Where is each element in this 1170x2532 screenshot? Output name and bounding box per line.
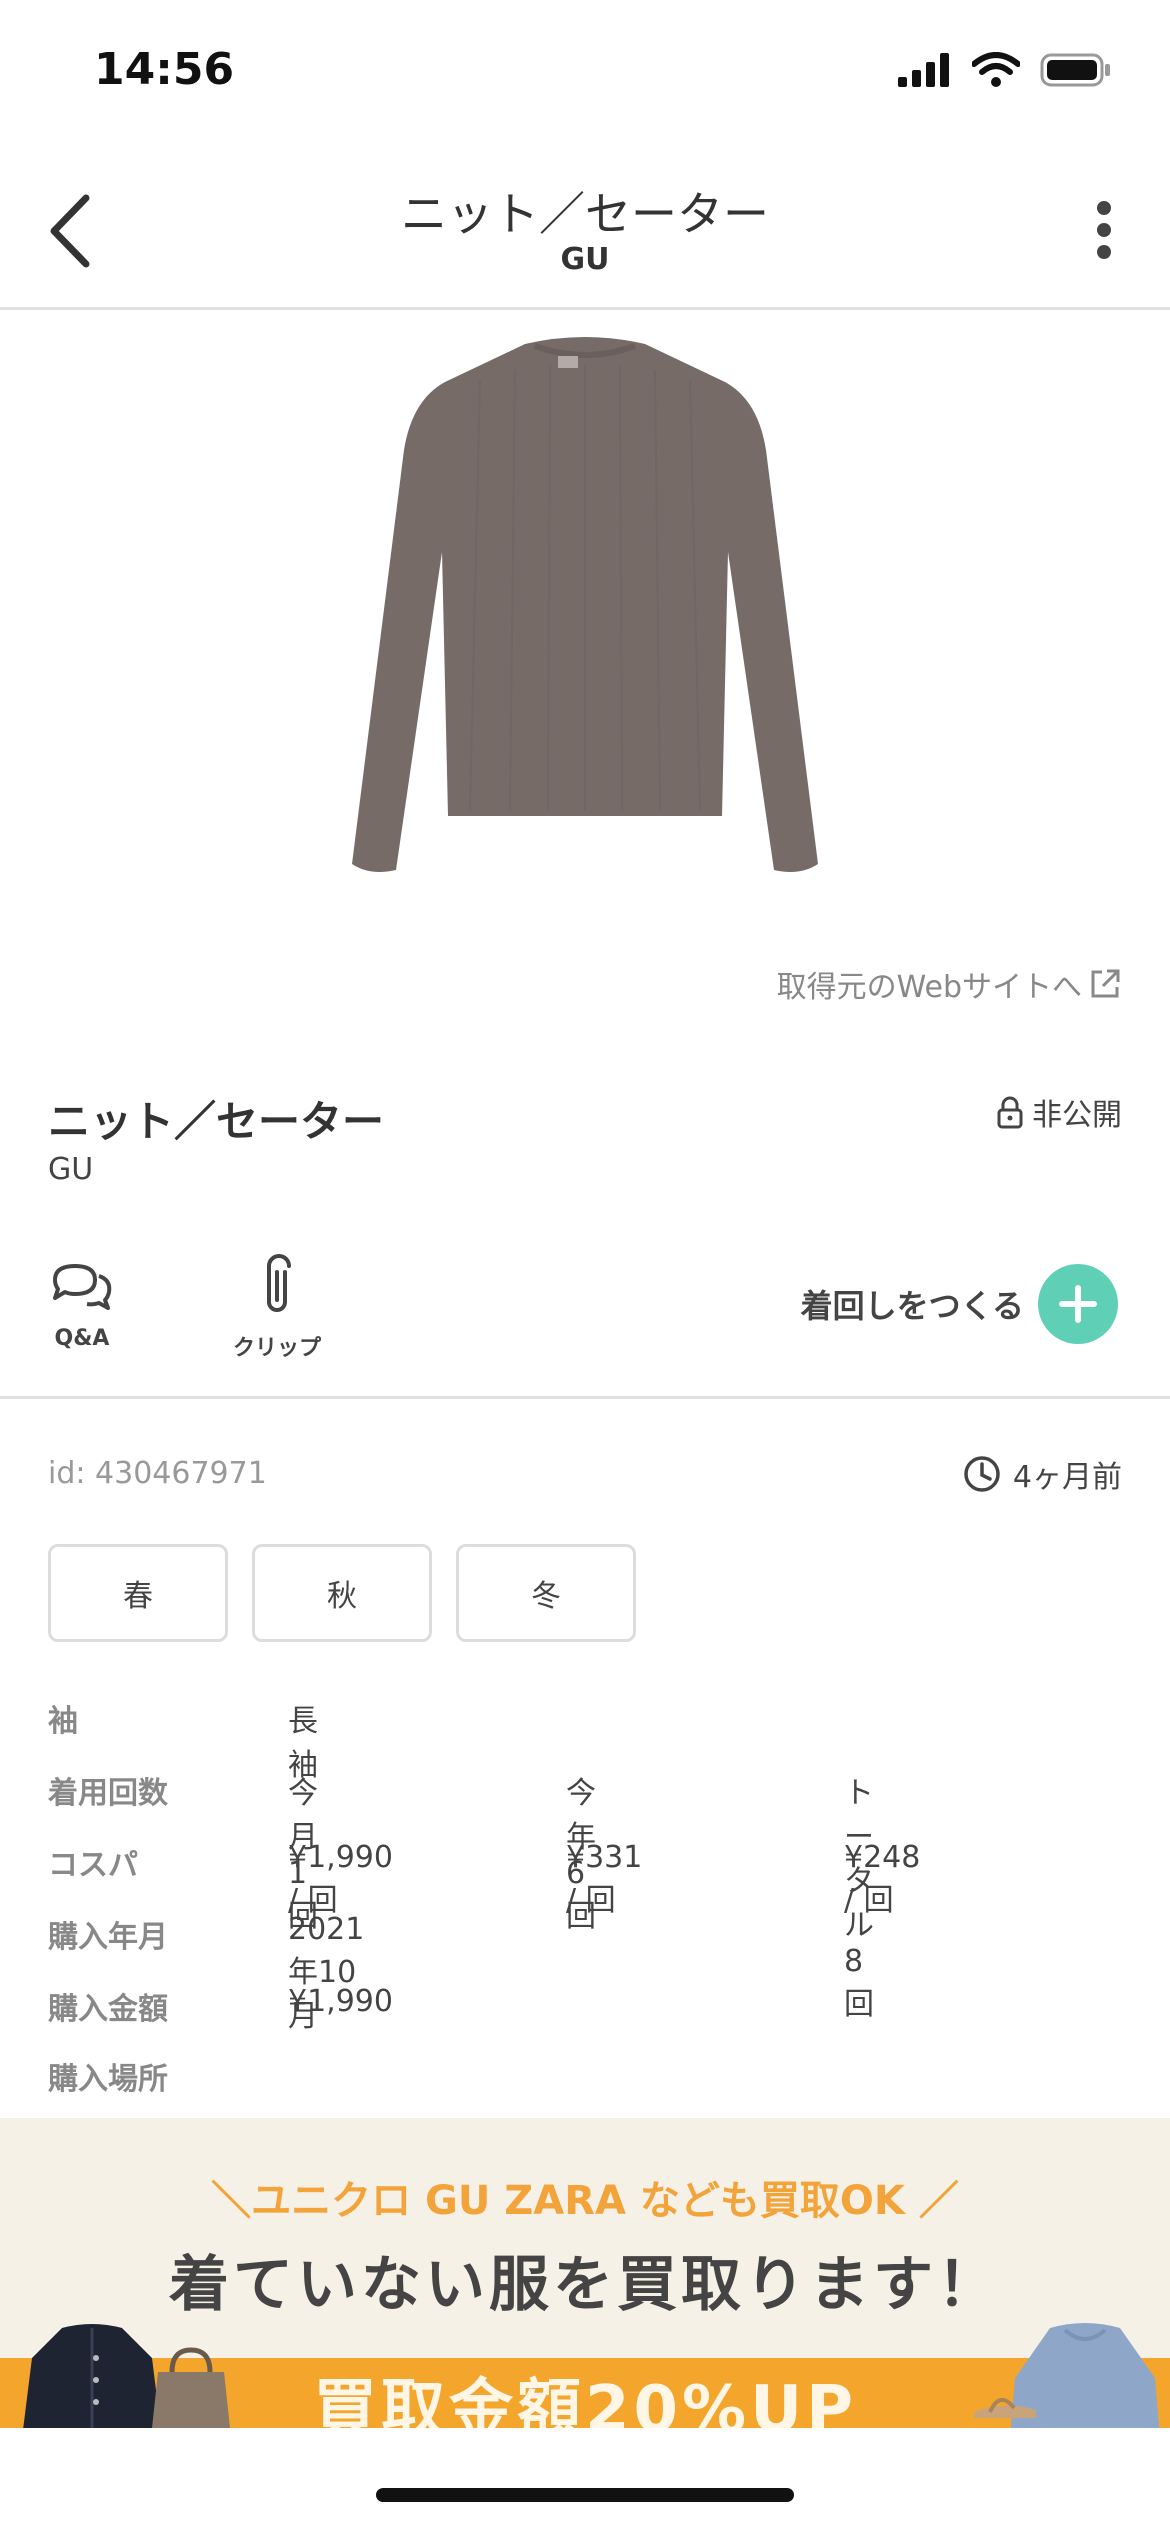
cardigan-image: [23, 2324, 161, 2428]
cost-per-wear-label: コスパ: [48, 1848, 138, 1883]
status-time: 14:56: [94, 44, 235, 95]
section-divider: [0, 1396, 1170, 1399]
clip-label: クリップ: [232, 1336, 321, 1361]
more-options-button[interactable]: [1074, 190, 1134, 270]
nav-title: ニット／セーター: [401, 187, 769, 241]
chat-bubbles-icon: [53, 1264, 112, 1310]
bottom-safe-area: [0, 2428, 1170, 2532]
purchase-place-label: 購入場所: [48, 2062, 168, 2097]
detail-cost-per-wear: コスパ ¥1,990 / 回 ¥331 / 回 ¥248 / 回: [48, 1840, 920, 1918]
season-tag-spring[interactable]: 春: [48, 1544, 228, 1642]
more-vertical-icon: [1097, 201, 1111, 259]
detail-purchase-place: 購入場所: [48, 2054, 288, 2098]
status-bar: 14:56: [0, 0, 1170, 150]
create-outfit-label: 着回しをつくる: [800, 1287, 1024, 1325]
item-brand: GU: [48, 1152, 94, 1187]
create-outfit-button[interactable]: 着回しをつくる: [801, 1264, 1118, 1344]
season-tag-autumn[interactable]: 秋: [252, 1544, 432, 1642]
source-website-link[interactable]: 取得元のWebサイトへ: [777, 962, 1122, 1006]
plus-icon: [1038, 1264, 1118, 1344]
cost-per-wear-month: ¥1,990 / 回: [288, 1840, 393, 1918]
home-indicator[interactable]: [376, 2488, 794, 2502]
item-title: ニット／セーター: [48, 1097, 385, 1146]
sweater-image: [352, 337, 818, 872]
detail-wear-count: 着用回数 今月 1回 今年 6回 トータル 8回: [48, 1768, 874, 2022]
status-icons: [898, 52, 1112, 88]
purchase-price-label: 購入金額: [48, 1992, 168, 2027]
nav-subtitle: GU: [560, 242, 610, 277]
ad-title: 着ていない服を買取ります！: [169, 2250, 1001, 2320]
external-link-icon: [1091, 969, 1120, 998]
cellular-signal-icon: [898, 53, 949, 87]
source-link-label: 取得元のWebサイトへ: [776, 970, 1082, 1005]
purchase-date-label: 購入年月: [48, 1920, 168, 1955]
nav-header: ニット／セーター GU: [0, 150, 1170, 310]
clip-button[interactable]: クリップ: [222, 1254, 332, 1362]
qa-button[interactable]: Q&A: [46, 1262, 118, 1351]
sandal-image: [974, 2398, 1036, 2418]
cost-per-wear-total: ¥248 / 回: [844, 1840, 921, 1918]
battery-icon: [1040, 53, 1110, 87]
ad-headline: ＼ユニクロ GU ZARA なども買取OK ／: [211, 2178, 959, 2224]
updated-time: 4ヶ月前: [963, 1452, 1122, 1496]
season-tags: 春 秋 冬: [48, 1544, 636, 1642]
detail-purchase-price: 購入金額 ¥1,990: [48, 1984, 393, 2028]
detail-sleeve: 袖 長袖: [48, 1696, 318, 1783]
qa-label: Q&A: [54, 1326, 110, 1351]
paperclip-icon: [267, 1254, 291, 1312]
lock-icon: [997, 1096, 1023, 1129]
season-tag-winter[interactable]: 冬: [456, 1544, 636, 1642]
detail-purchase-date: 購入年月 2021年10月: [48, 1912, 364, 2034]
bag-image: [152, 2347, 230, 2428]
updated-label: 4ヶ月前: [1012, 1460, 1122, 1495]
sleeve-label: 袖: [48, 1704, 78, 1739]
purchase-price-value: ¥1,990: [288, 1984, 393, 2019]
wear-count-label: 着用回数: [48, 1776, 168, 1811]
clock-icon: [964, 1456, 1000, 1492]
ad-banner[interactable]: ＼ユニクロ GU ZARA なども買取OK ／ 着ていない服を買取ります！ 買取…: [0, 2118, 1170, 2428]
product-image[interactable]: [330, 320, 840, 900]
privacy-status[interactable]: 非公開: [996, 1090, 1122, 1134]
privacy-label: 非公開: [1032, 1098, 1122, 1133]
item-id: id: 430467971: [48, 1456, 267, 1491]
wifi-icon: [972, 52, 1020, 87]
cost-per-wear-year: ¥331 / 回: [566, 1840, 643, 1918]
